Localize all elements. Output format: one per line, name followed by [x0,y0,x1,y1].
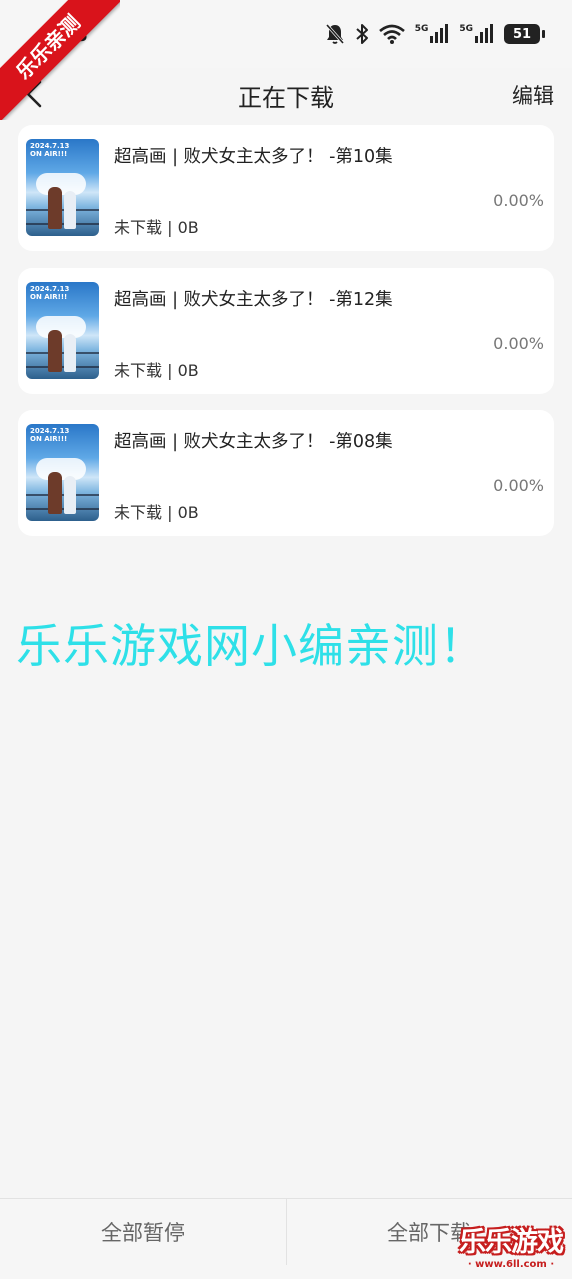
download-status: 未下载 | 0B [114,360,199,380]
site-logo: 乐乐游戏 · www.6ll.com · [452,1227,570,1275]
download-progress: 0.00% [493,476,544,495]
episode-title: 超高画 | 败犬女主太多了！ -第10集 [114,147,393,167]
download-status: 未下载 | 0B [114,503,199,522]
download-status: 未下载 | 0B [114,218,199,237]
download-progress: 0.00% [493,191,544,210]
thumbnail-caption: 2024.7.13 ON AIR!!! [30,427,70,443]
bell-muted-icon [325,23,345,45]
episode-title: 超高画 | 败犬女主太多了！ -第08集 [114,432,393,452]
download-item[interactable]: 2024.7.13 ON AIR!!! 超高画 | 败犬女主太多了！ -第10集… [18,125,554,251]
ribbon-text: 乐乐亲测 [0,0,120,120]
edit-button[interactable]: 编辑 [512,80,554,110]
download-list: 2024.7.13 ON AIR!!! 超高画 | 败犬女主太多了！ -第10集… [18,125,554,553]
download-progress: 0.00% [493,333,544,353]
wifi-icon [378,24,405,44]
status-icons: 5G 5G 51 [325,20,545,48]
signal-icon: 5G [459,24,494,44]
site-logo-text: 乐乐游戏 [459,1227,564,1258]
signal-label: 5G [459,24,473,34]
thumbnail-caption: 2024.7.13 ON AIR!!! [30,142,70,158]
episode-thumbnail: 2024.7.13 ON AIR!!! [26,424,99,521]
signal-icon: 5G [415,24,450,44]
episode-thumbnail: 2024.7.13 ON AIR!!! [26,139,99,236]
download-item[interactable]: 2024.7.13 ON AIR!!! 超高画 | 败犬女主太多了！ -第08集… [18,410,554,536]
thumbnail-caption: 2024.7.13 ON AIR!!! [30,284,70,301]
pause-all-button[interactable]: 全部暂停 [0,1199,286,1265]
signal-label: 5G [414,24,429,34]
download-item[interactable]: 2024.7.13 ON AIR!!! 超高画 | 败犬女主太多了！ -第12集… [18,267,554,394]
corner-ribbon: 乐乐亲测 [0,0,120,120]
episode-thumbnail: 2024.7.13 ON AIR!!! [26,281,99,379]
promo-watermark-text: 乐乐游戏网小编亲测！ [16,619,486,673]
battery-icon: 51 [504,24,545,44]
episode-title: 超高画 | 败犬女主太多了！ -第12集 [114,289,393,310]
site-logo-url: · www.6ll.com · [467,1259,555,1270]
bluetooth-icon [355,23,369,45]
